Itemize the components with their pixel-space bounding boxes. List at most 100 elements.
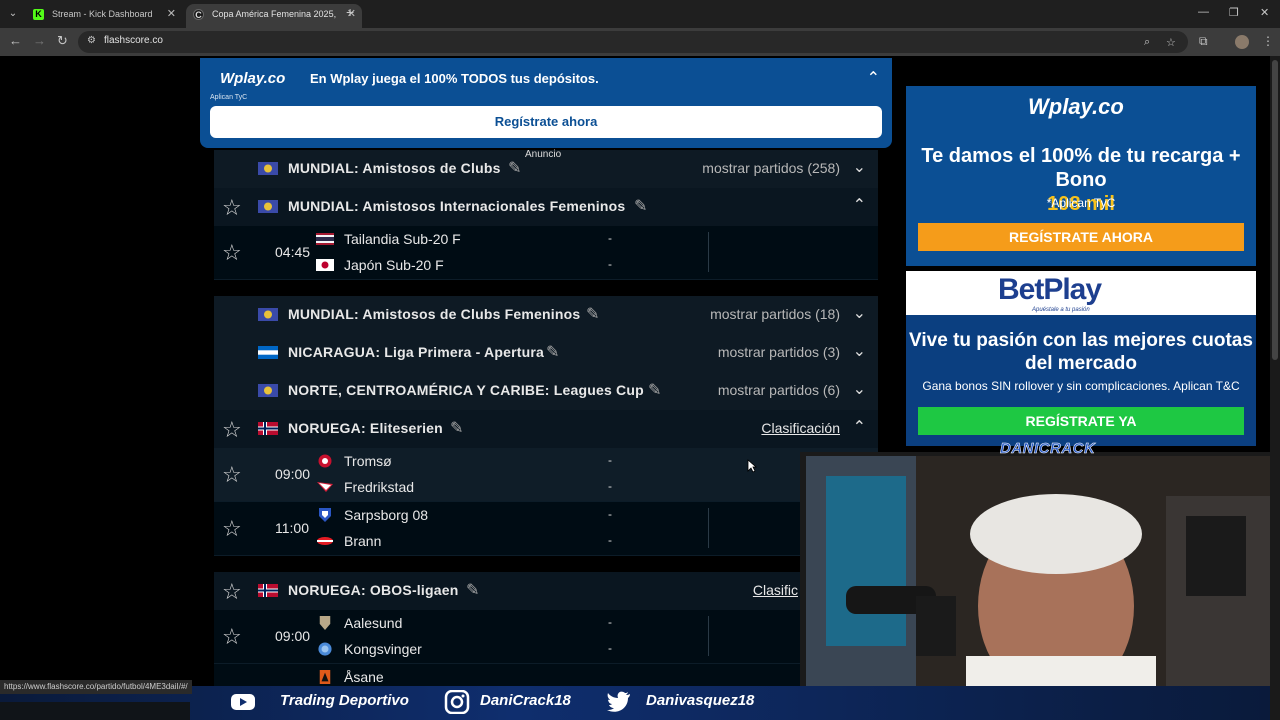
- fredrikstad-crest-icon: [317, 482, 333, 492]
- match-time: 04:45: [275, 244, 311, 260]
- favorite-star-icon[interactable]: ☆: [222, 624, 242, 650]
- wplay-logo: Wplay.co: [220, 70, 286, 87]
- betplay-ad[interactable]: BetPlay Apuéstale a tu pasión Vive tu pa…: [906, 271, 1256, 446]
- wplay-top-banner[interactable]: Wplay.co Aplican TyC En Wplay juega el 1…: [200, 58, 892, 148]
- match-row[interactable]: ☆ 04:45 Tailandia Sub-20 F Japón Sub-20 …: [214, 226, 878, 280]
- chevron-down-icon[interactable]: ⌄: [853, 157, 866, 177]
- back-icon[interactable]: ←: [9, 33, 22, 48]
- league-name[interactable]: MUNDIAL: Amistosos de Clubs Femeninos: [288, 306, 580, 322]
- favorite-star-icon[interactable]: ☆: [222, 462, 242, 488]
- ad-headline-text: Te damos el 100% de tu recarga + Bono: [921, 145, 1241, 191]
- omnibox[interactable]: ⚙ flashscore.co ⌕ ☆: [78, 31, 1188, 53]
- favorite-star-icon[interactable]: ☆: [222, 417, 242, 443]
- menu-kebab-icon[interactable]: ⋮: [1262, 34, 1274, 48]
- away-score: -: [608, 479, 612, 493]
- chevron-down-icon[interactable]: ⌄: [853, 341, 866, 361]
- league-header[interactable]: NORTE, CENTROAMÉRICA Y CARIBE: Leagues C…: [214, 372, 878, 410]
- ad-terms: *Aplican TyC: [1046, 196, 1116, 210]
- zoom-icon[interactable]: ⌕: [1144, 36, 1150, 49]
- favorite-star-icon[interactable]: ☆: [222, 240, 242, 266]
- register-ya-button[interactable]: REGÍSTRATE YA: [918, 407, 1244, 435]
- team-name: Japón Sub-20 F: [344, 257, 444, 273]
- pin-icon[interactable]: ✎: [466, 580, 479, 600]
- favorite-star-icon[interactable]: ☆: [222, 195, 242, 221]
- league-name[interactable]: NORUEGA: Eliteserien: [288, 420, 443, 436]
- league-name[interactable]: NORTE, CENTROAMÉRICA Y CARIBE: Leagues C…: [288, 382, 644, 398]
- scrollbar-thumb[interactable]: [1272, 60, 1278, 360]
- profile-avatar[interactable]: [1235, 35, 1249, 49]
- extensions-icon[interactable]: ⧉: [1199, 34, 1208, 49]
- match-row[interactable]: ☆ 09:00 Aalesund Kongsvinger - -: [214, 610, 878, 664]
- streamer-name-label: DANICRACK: [1000, 440, 1096, 458]
- league-name[interactable]: MUNDIAL: Amistosos Internacionales Femen…: [288, 198, 625, 214]
- favorite-star-icon[interactable]: ☆: [222, 579, 242, 605]
- team-name: Fredrikstad: [344, 479, 415, 495]
- wplay-side-ad[interactable]: Wplay.co Te damos el 100% de tu recarga …: [906, 86, 1256, 266]
- league-header[interactable]: NICARAGUA: Liga Primera - Apertura ✎ mos…: [214, 334, 878, 372]
- chevron-down-icon[interactable]: ⌄: [853, 379, 866, 399]
- show-matches-link[interactable]: mostrar partidos (258): [702, 160, 840, 176]
- pin-icon[interactable]: ✎: [586, 304, 599, 324]
- pin-icon[interactable]: ✎: [546, 342, 559, 362]
- world-flag-icon: [258, 200, 278, 213]
- team-name: Aalesund: [344, 615, 403, 631]
- league-name[interactable]: NORUEGA: OBOS-ligaen: [288, 582, 458, 598]
- home-score: -: [608, 453, 612, 467]
- close-window-icon[interactable]: ✕: [1260, 6, 1269, 19]
- favorite-star-icon[interactable]: ☆: [222, 516, 242, 542]
- league-header[interactable]: MUNDIAL: Amistosos de Clubs Femeninos ✎ …: [214, 296, 878, 334]
- new-tab-icon[interactable]: +: [346, 4, 354, 20]
- match-row[interactable]: ☆ 11:00 Sarpsborg 08 Brann - -: [214, 502, 878, 556]
- wplay-logo: Wplay.co: [1028, 94, 1124, 119]
- league-name[interactable]: NICARAGUA: Liga Primera - Apertura: [288, 344, 544, 360]
- reload-icon[interactable]: ↻: [57, 33, 68, 49]
- page-scrollbar[interactable]: [1270, 56, 1280, 720]
- league-name[interactable]: MUNDIAL: Amistosos de Clubs: [288, 160, 501, 176]
- betplay-logo-area: BetPlay Apuéstale a tu pasión: [906, 271, 1256, 315]
- team-name: Åsane: [344, 669, 384, 685]
- address-bar: ← → ↻ ⚙ flashscore.co ⌕ ☆: [0, 28, 1280, 56]
- site-info-icon[interactable]: ⚙: [87, 35, 96, 46]
- away-score: -: [608, 257, 612, 271]
- league-header[interactable]: ☆ NORUEGA: OBOS-ligaen ✎ Clasific: [214, 572, 878, 610]
- standings-link[interactable]: Clasificación: [761, 420, 840, 436]
- show-matches-link[interactable]: mostrar partidos (18): [710, 306, 840, 322]
- pin-icon[interactable]: ✎: [634, 196, 647, 216]
- tab-search-icon[interactable]: ⌄: [4, 5, 22, 23]
- standings-link[interactable]: Clasific: [753, 582, 798, 598]
- league-header[interactable]: ☆ MUNDIAL: Amistosos Internacionales Fem…: [214, 188, 878, 226]
- home-score: -: [608, 615, 612, 629]
- betplay-logo: BetPlay: [998, 273, 1102, 306]
- close-tab-icon[interactable]: ✕: [167, 4, 176, 24]
- spacer: [214, 556, 878, 572]
- url-text[interactable]: flashscore.co: [104, 35, 163, 46]
- away-score: -: [608, 641, 612, 655]
- forward-icon[interactable]: →: [33, 33, 46, 48]
- nicaragua-flag-icon: [258, 346, 278, 359]
- chevron-up-icon[interactable]: ⌃: [853, 417, 866, 437]
- register-now-button[interactable]: REGÍSTRATE AHORA: [918, 223, 1244, 251]
- league-header[interactable]: ☆ NORUEGA: Eliteserien ✎ Clasificación ⌃: [214, 410, 878, 448]
- status-url-tooltip: https://www.flashscore.co/partido/futbol…: [0, 680, 192, 694]
- bookmark-star-icon[interactable]: ☆: [1166, 36, 1176, 49]
- register-button[interactable]: Regístrate ahora: [210, 106, 882, 138]
- restore-icon[interactable]: ❐: [1229, 6, 1239, 19]
- chevron-down-icon[interactable]: ⌄: [853, 303, 866, 323]
- tab-kick-dashboard[interactable]: K Stream - Kick Dashboard ✕: [26, 4, 182, 28]
- pin-icon[interactable]: ✎: [508, 158, 521, 178]
- world-flag-icon: [258, 162, 278, 175]
- match-row[interactable]: ☆ 09:00 Tromsø Fredrikstad - -: [214, 448, 878, 502]
- show-matches-link[interactable]: mostrar partidos (6): [718, 382, 840, 398]
- chevron-up-icon[interactable]: ⌃: [853, 195, 866, 215]
- tab-strip: ⌄ K Stream - Kick Dashboard ✕ C Copa Amé…: [0, 0, 1280, 28]
- team-name: Sarpsborg 08: [344, 507, 429, 523]
- match-time: 09:00: [275, 466, 311, 482]
- minimize-icon[interactable]: —: [1198, 6, 1209, 18]
- show-matches-link[interactable]: mostrar partidos (3): [718, 344, 840, 360]
- collapse-chevron-icon[interactable]: ⌃: [867, 68, 880, 88]
- home-team: Sarpsborg 08: [319, 507, 429, 523]
- team-name: Tailandia Sub-20 F: [344, 231, 461, 247]
- tab-flashscore[interactable]: C Copa América Femenina 2025, ✕: [186, 4, 362, 28]
- pin-icon[interactable]: ✎: [450, 418, 463, 438]
- pin-icon[interactable]: ✎: [648, 380, 661, 400]
